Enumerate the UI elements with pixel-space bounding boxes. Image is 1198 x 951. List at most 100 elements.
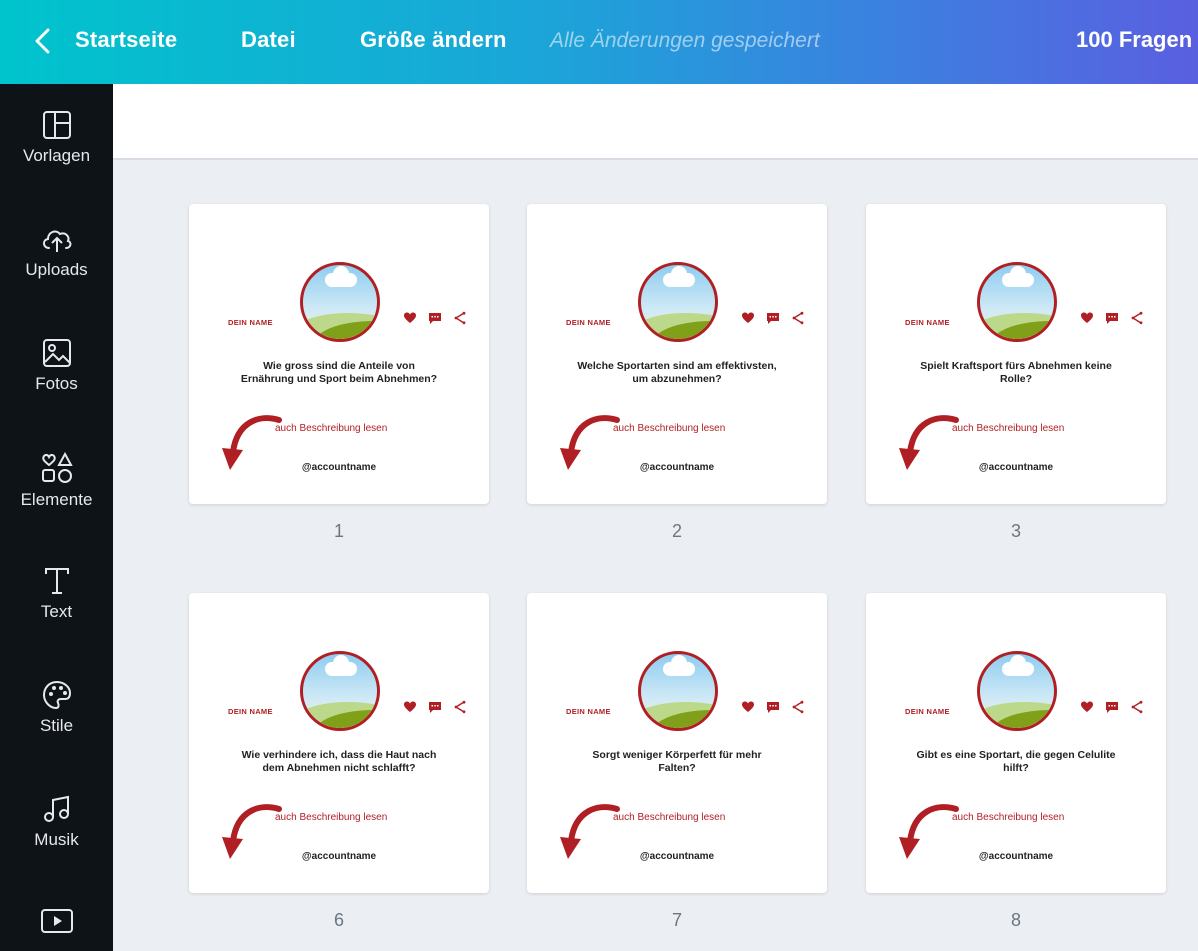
page-number: 8 xyxy=(1010,910,1021,930)
comment-icon xyxy=(429,702,441,713)
heart-icon xyxy=(404,701,416,712)
account-name: @accountname xyxy=(978,851,1054,862)
question-line: Wie gross sind die Anteile von xyxy=(263,360,415,372)
question-line: Sorgt weniger Körperfett für mehr xyxy=(592,749,762,761)
home-link[interactable]: Startseite xyxy=(75,27,177,53)
top-toolbar: Startseite Datei Größe ändern Alle Änder… xyxy=(0,0,1198,84)
description-hint: auch Beschreibung lesen xyxy=(613,812,726,823)
page-thumbnail[interactable]: DEIN NAME Gibt es eine Sportart, die gege… xyxy=(866,593,1166,893)
cloud-shape xyxy=(663,655,695,676)
question-line: Rolle? xyxy=(999,373,1033,385)
sidebar-item-uploads[interactable]: Uploads xyxy=(0,224,113,324)
sidebar-item-label: Vorlagen xyxy=(22,146,91,165)
sidebar-item-label: Stile xyxy=(39,716,74,735)
profile-image xyxy=(300,262,380,342)
sidebar-item-text[interactable]: Text xyxy=(0,566,113,666)
sidebar-item-video[interactable] xyxy=(0,908,113,951)
question-line: hilft? xyxy=(1003,762,1029,774)
chevron-left-icon[interactable] xyxy=(30,24,56,58)
question-text: Sorgt weniger Körperfett für mehr Falten? xyxy=(557,749,797,775)
page-thumbnail[interactable]: DEIN NAME Sorgt weniger Körperfett für me… xyxy=(527,593,827,893)
heart-icon xyxy=(742,312,754,323)
description-hint: auch Beschreibung lesen xyxy=(275,812,388,823)
file-menu[interactable]: Datei xyxy=(241,27,296,53)
comment-icon xyxy=(1106,702,1118,713)
sidebar-item-stile[interactable]: Stile xyxy=(0,680,113,780)
sidebar-item-label: Text xyxy=(40,602,73,621)
sidebar-item-fotos[interactable]: Fotos xyxy=(0,338,113,438)
post-actions xyxy=(1080,700,1144,716)
page-number: 3 xyxy=(1010,521,1021,541)
name-label: DEIN NAME xyxy=(905,318,950,327)
text-icon xyxy=(44,568,69,594)
account-name: @accountname xyxy=(978,462,1054,473)
cloud-shape xyxy=(1002,266,1034,287)
name-label: DEIN NAME xyxy=(228,318,273,327)
share-icon xyxy=(792,700,804,714)
post-actions xyxy=(741,700,805,716)
cloud-shape xyxy=(325,266,357,287)
sidebar-item-label: Uploads xyxy=(25,260,88,279)
sidebar-item-musik[interactable]: Musik xyxy=(0,794,113,894)
page-thumbnail[interactable]: DEIN NAME Welche Sportarten sind am effek… xyxy=(527,204,827,504)
question-line: Ernährung und Sport beim Abnehmen? xyxy=(240,373,438,385)
heart-icon xyxy=(1081,701,1093,712)
sidebar-item-label: Fotos xyxy=(35,374,78,393)
page-number: 7 xyxy=(671,910,682,930)
comment-icon xyxy=(1106,313,1118,324)
question-line: dem Abnehmen nicht schlafft? xyxy=(262,762,416,774)
heart-icon xyxy=(404,312,416,323)
sidebar-item-label: Elemente xyxy=(20,490,93,509)
question-line: um abzunehmen? xyxy=(632,373,722,385)
share-icon xyxy=(454,311,466,325)
sidebar-item-label: Musik xyxy=(34,830,79,849)
upload-cloud-icon xyxy=(42,230,71,252)
profile-image xyxy=(300,651,380,731)
cloud-shape xyxy=(663,266,695,287)
name-label: DEIN NAME xyxy=(228,707,273,716)
profile-image xyxy=(638,262,718,342)
question-text: Spielt Kraftsport fürs Abnehmen keine Rol… xyxy=(896,360,1136,386)
comment-icon xyxy=(767,313,779,324)
video-icon xyxy=(40,909,73,933)
resize-button[interactable]: Größe ändern xyxy=(360,27,507,53)
heart-icon xyxy=(1081,312,1093,323)
share-icon xyxy=(1131,311,1143,325)
shapes-icon xyxy=(41,452,73,483)
description-hint: auch Beschreibung lesen xyxy=(952,812,1065,823)
page-number: 1 xyxy=(333,521,344,541)
share-icon xyxy=(792,311,804,325)
comment-icon xyxy=(767,702,779,713)
cloud-shape xyxy=(325,655,357,676)
profile-image xyxy=(977,262,1057,342)
profile-image xyxy=(977,651,1057,731)
account-name: @accountname xyxy=(639,851,715,862)
account-name: @accountname xyxy=(639,462,715,473)
post-actions xyxy=(403,700,467,716)
sidebar-item-vorlagen[interactable]: Vorlagen xyxy=(0,110,113,210)
description-hint: auch Beschreibung lesen xyxy=(275,423,388,434)
post-actions xyxy=(403,311,467,327)
post-actions xyxy=(1080,311,1144,327)
question-line: Gibt es eine Sportart, die gegen Celulit… xyxy=(916,749,1116,761)
sidebar: Vorlagen Uploads Fotos Elemente Text Sti… xyxy=(0,84,113,951)
share-icon xyxy=(454,700,466,714)
profile-image xyxy=(638,651,718,731)
sidebar-item-elemente[interactable]: Elemente xyxy=(0,452,113,552)
question-text: Wie gross sind die Anteile von Ernährung … xyxy=(219,360,459,386)
description-hint: auch Beschreibung lesen xyxy=(952,423,1065,434)
question-line: Falten? xyxy=(658,762,696,774)
layout-icon xyxy=(42,111,71,139)
page-thumbnail[interactable]: DEIN NAME Spielt Kraftsport fürs Abnehmen… xyxy=(866,204,1166,504)
page-thumbnail[interactable]: DEIN NAME Wie verhindere ich, dass die Ha… xyxy=(189,593,489,893)
comment-icon xyxy=(429,313,441,324)
question-text: Wie verhindere ich, dass die Haut nach de… xyxy=(219,749,459,775)
palette-icon xyxy=(42,680,71,710)
description-hint: auch Beschreibung lesen xyxy=(613,423,726,434)
music-icon xyxy=(43,795,69,822)
question-text: Gibt es eine Sportart, die gegen Celulit… xyxy=(896,749,1136,775)
page-thumbnail[interactable]: DEIN NAME Wie gross sind die Anteile von E… xyxy=(189,204,489,504)
project-title[interactable]: 100 Fragen xyxy=(1076,27,1192,53)
page-number: 6 xyxy=(333,910,344,930)
save-status: Alle Änderungen gespeichert xyxy=(550,29,820,52)
